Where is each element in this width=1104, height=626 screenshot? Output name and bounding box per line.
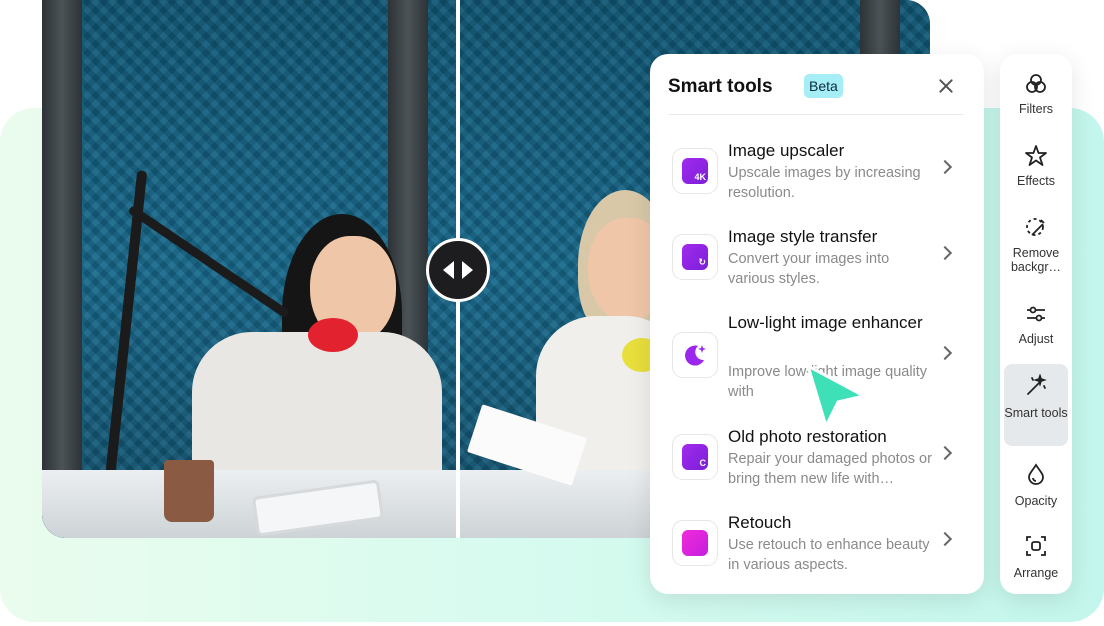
adjust-icon bbox=[1027, 306, 1045, 322]
chevron-right-icon bbox=[937, 531, 953, 547]
panel-header: Smart tools Beta bbox=[668, 72, 966, 116]
panel-title: Smart tools bbox=[668, 76, 773, 97]
tool-retouch[interactable]: Retouch Use retouch to enhance beauty in… bbox=[668, 510, 968, 580]
toolbar-label: Effects bbox=[1017, 174, 1055, 188]
arrow-right-icon bbox=[462, 261, 473, 279]
panel-divider bbox=[668, 114, 964, 115]
arrange-icon bbox=[1026, 536, 1046, 556]
chevron-right-icon bbox=[937, 345, 953, 361]
toolbar-item-smart-tools[interactable]: Smart tools bbox=[1004, 364, 1068, 446]
opacity-icon bbox=[1028, 463, 1044, 485]
tool-image-style-transfer[interactable]: ↻ Image style transfer Convert your imag… bbox=[668, 224, 968, 294]
magic-wand-icon bbox=[1027, 374, 1047, 395]
tool-name: Image style transfer bbox=[728, 227, 878, 246]
tool-description: Use retouch to enhance beauty in various… bbox=[728, 537, 930, 573]
toolbar-item-arrange[interactable]: Arrange bbox=[1004, 524, 1068, 606]
toolbar-label: Smart tools bbox=[1004, 406, 1068, 420]
right-toolbar: Filters Effects Remove backgr… Adjust Sm… bbox=[1000, 54, 1072, 594]
remove-background-icon bbox=[1026, 218, 1045, 236]
moon-sparkle-icon bbox=[672, 332, 718, 378]
smart-tools-panel: Smart tools Beta 4K Image upscaler Upsca… bbox=[650, 54, 984, 594]
tool-description: Repair your damaged photos or bring them… bbox=[728, 451, 932, 487]
tool-description: Convert your images into various styles. bbox=[728, 251, 890, 287]
tool-name: Low-light image enhancer bbox=[728, 313, 923, 332]
before-side bbox=[42, 0, 458, 538]
image-4k-icon: 4K bbox=[672, 148, 718, 194]
toolbar-label: Filters bbox=[1018, 102, 1054, 116]
tool-old-photo-restoration[interactable]: C Old photo restoration Repair your dama… bbox=[668, 424, 968, 494]
toolbar-item-effects[interactable]: Effects bbox=[1004, 134, 1068, 216]
beta-badge: Beta bbox=[804, 74, 843, 98]
toolbar-label: Remove backgr… bbox=[1010, 246, 1062, 274]
tool-description: Upscale images by increasing resolution. bbox=[728, 165, 921, 201]
image-style-icon: ↻ bbox=[672, 234, 718, 280]
chevron-right-icon bbox=[937, 245, 953, 261]
cursor-pointer-icon bbox=[806, 364, 866, 428]
compare-slider-handle[interactable] bbox=[426, 238, 490, 302]
chevron-right-icon bbox=[937, 445, 953, 461]
toolbar-label: Opacity bbox=[1014, 494, 1058, 508]
tool-name: Image upscaler bbox=[728, 141, 845, 160]
filters-icon bbox=[1026, 74, 1046, 93]
retouch-icon bbox=[672, 520, 718, 566]
photo-restore-icon: C bbox=[672, 434, 718, 480]
toolbar-item-remove-background[interactable]: Remove backgr… bbox=[1004, 208, 1068, 290]
tool-image-upscaler[interactable]: 4K Image upscaler Upscale images by incr… bbox=[668, 138, 968, 208]
arrow-left-icon bbox=[443, 261, 454, 279]
effects-icon bbox=[1025, 145, 1047, 166]
toolbar-item-opacity[interactable]: Opacity bbox=[1004, 452, 1068, 534]
close-icon[interactable] bbox=[932, 72, 960, 100]
toolbar-item-filters[interactable]: Filters bbox=[1004, 62, 1068, 144]
toolbar-label: Adjust bbox=[1018, 332, 1054, 346]
chevron-right-icon bbox=[937, 159, 953, 175]
toolbar-label: Arrange bbox=[1013, 566, 1059, 580]
tool-name: Retouch bbox=[728, 513, 792, 532]
